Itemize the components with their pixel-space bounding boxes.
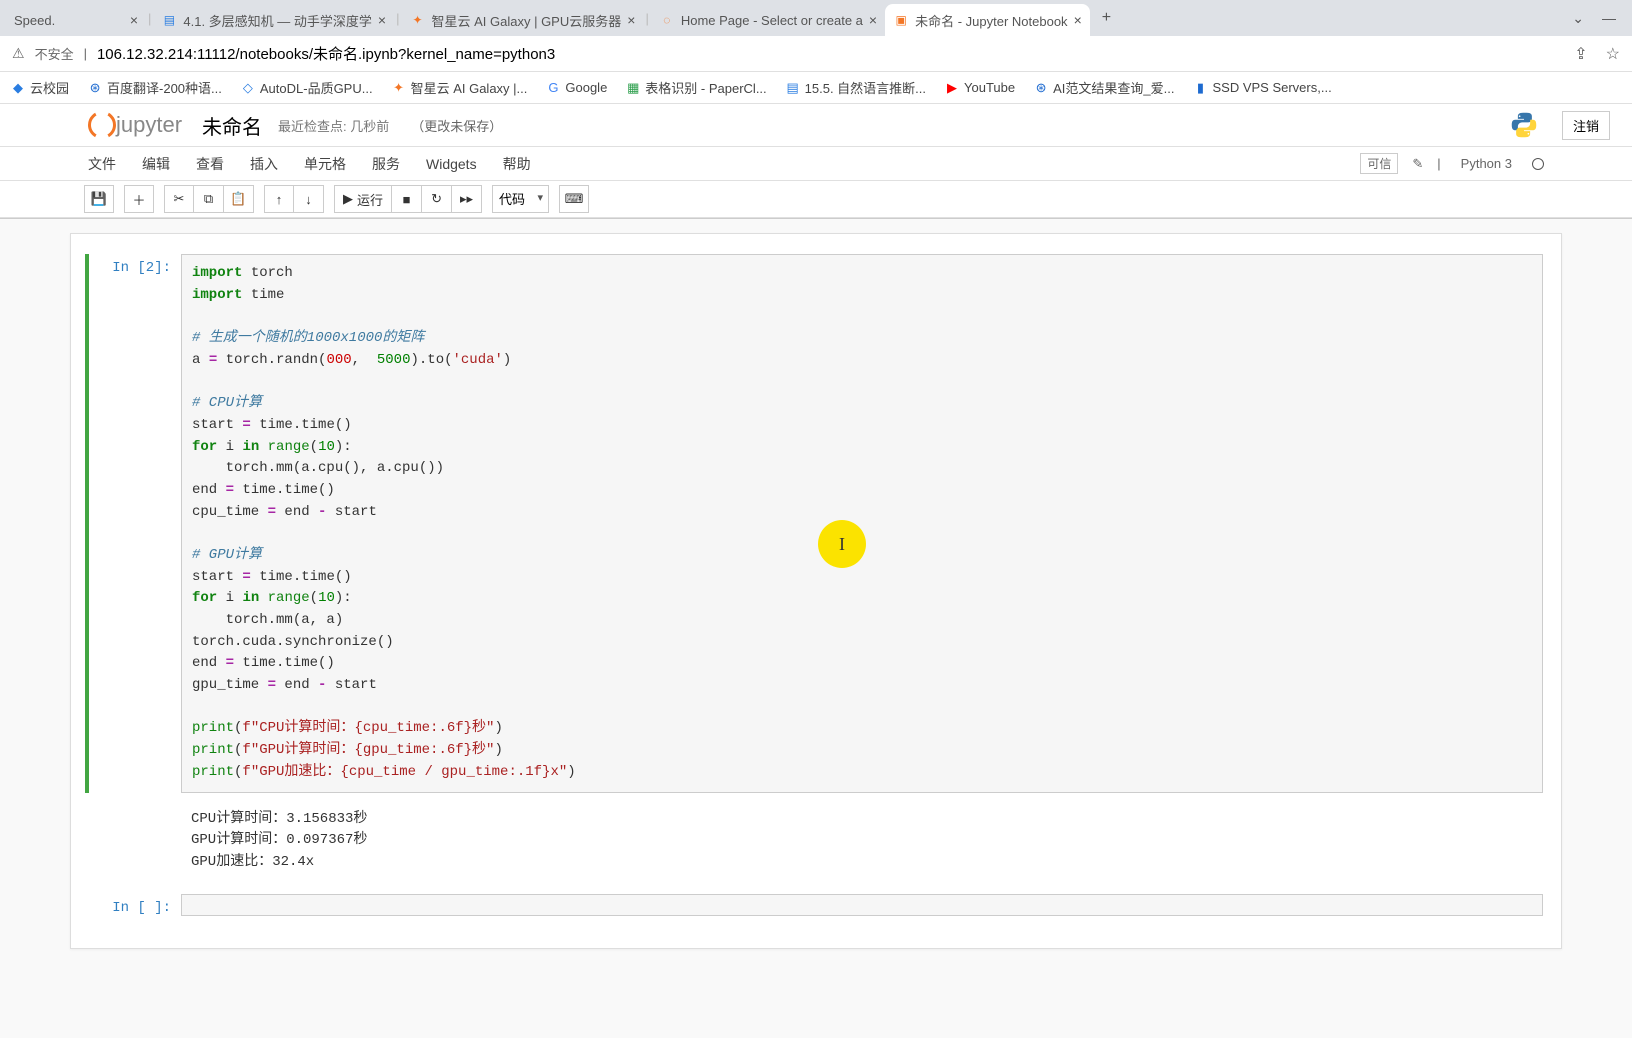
menu-edit[interactable]: 编辑 [142,154,170,174]
notebook-container: In [2]: import torch import time # 生成一个随… [0,218,1632,1038]
code-input[interactable] [181,894,1543,916]
book-icon: ▤ [161,12,177,28]
google-icon: G [545,80,561,96]
save-button[interactable]: 💾 [84,185,114,213]
tab-aigalaxy[interactable]: ✦ 智星云 AI Galaxy | GPU云服务器 × [402,4,644,36]
minimize-icon[interactable]: — [1602,10,1616,26]
bookmark-item[interactable]: ▶YouTube [944,80,1015,96]
kernel-name[interactable]: Python 3 [1461,156,1512,171]
tab-d2l[interactable]: ▤ 4.1. 多层感知机 — 动手学深度学 × [153,4,394,36]
code-cell[interactable]: In [2]: import torch import time # 生成一个随… [85,254,1543,793]
menu-insert[interactable]: 插入 [250,154,278,174]
stop-button[interactable]: ■ [392,185,422,213]
move-down-button[interactable]: ↓ [294,185,324,213]
cell-prompt: In [2]: [89,254,181,793]
menu-cell[interactable]: 单元格 [304,154,346,174]
close-icon[interactable]: × [869,12,877,28]
code-input[interactable]: import torch import time # 生成一个随机的1000x1… [181,254,1543,793]
close-icon[interactable]: × [1074,12,1082,28]
jupyter-toolbar: 💾 ＋ ✂ ⧉ 📋 ↑ ↓ ▶运行 ■ ↻ ▸▸ 代码 ⌨ [0,180,1632,218]
cell-output: CPU计算时间：3.156833秒 GPU计算时间：0.097367秒 GPU加… [89,805,1543,878]
play-icon: ▶ [343,191,353,207]
notebook-icon: ▣ [893,12,909,28]
url-text[interactable]: 106.12.32.214:11112/notebooks/未命名.ipynb?… [97,43,555,64]
book-icon: ▤ [785,80,801,96]
copy-button[interactable]: ⧉ [194,185,224,213]
bookmark-item[interactable]: ◆云校园 [10,78,69,97]
youtube-icon: ▶ [944,80,960,96]
menu-view[interactable]: 查看 [196,154,224,174]
python-logo-icon [1510,111,1538,139]
address-bar: ⚠ 不安全 | 106.12.32.214:11112/notebooks/未命… [0,36,1632,72]
jupyter-icon: ◌ [659,12,675,28]
security-label: 不安全 [35,44,74,63]
notebook-title[interactable]: 未命名 [202,111,262,140]
notebook-inner: In [2]: import torch import time # 生成一个随… [70,233,1562,949]
globe-icon: ◇ [240,80,256,96]
bookmark-item[interactable]: ◇AutoDL-品质GPU... [240,78,373,97]
cell-prompt: In [ ]: [89,894,181,916]
restart-button[interactable]: ↻ [422,185,452,213]
browser-tab-strip: Speed. × | ▤ 4.1. 多层感知机 — 动手学深度学 × | ✦ 智… [0,0,1632,36]
output-text: CPU计算时间：3.156833秒 GPU计算时间：0.097367秒 GPU加… [181,805,1543,878]
new-tab-button[interactable]: + [1090,9,1123,27]
unsaved-label: （更改未保存） [411,116,502,135]
jupyter-logo-icon[interactable] [88,111,116,139]
paste-button[interactable]: 📋 [224,185,254,213]
logout-button[interactable]: 注销 [1562,111,1610,140]
table-icon: ▦ [625,80,641,96]
globe-icon: ⊛ [1033,80,1049,96]
add-cell-button[interactable]: ＋ [124,185,154,213]
jupyter-menu-bar: 文件 编辑 查看 插入 单元格 服务 Widgets 帮助 可信 ✎ | Pyt… [0,146,1632,180]
restart-run-all-button[interactable]: ▸▸ [452,185,482,213]
command-palette-button[interactable]: ⌨ [559,185,589,213]
kernel-indicator-icon[interactable] [1532,158,1544,170]
server-icon: ▮ [1192,80,1208,96]
tab-speed[interactable]: Speed. × [6,4,146,36]
bookmark-item[interactable]: ▤15.5. 自然语言推断... [785,78,926,97]
cut-button[interactable]: ✂ [164,185,194,213]
insecure-icon[interactable]: ⚠ [12,45,25,62]
bookmark-item[interactable]: ▦表格识别 - PaperCl... [625,78,766,97]
trusted-indicator[interactable]: 可信 [1360,153,1398,174]
close-icon[interactable]: × [378,12,386,28]
share-icon[interactable]: ⇪ [1574,44,1587,64]
jupyter-brand: jupyter [116,112,182,138]
bookmark-star-icon[interactable]: ☆ [1606,44,1620,64]
menu-widgets[interactable]: Widgets [426,156,477,172]
star-icon: ✦ [391,80,407,96]
bookmark-item[interactable]: ⊛AI范文结果查询_爱... [1033,78,1174,97]
jupyter-header: jupyter 未命名 最近检查点: 几秒前 （更改未保存） 注销 [0,104,1632,146]
star-icon: ✦ [410,12,426,28]
close-icon[interactable]: × [130,12,138,28]
checkpoint-label: 最近检查点: 几秒前 [278,116,389,135]
close-icon[interactable]: × [627,12,635,28]
tabs-dropdown-icon[interactable]: ⌄ [1572,10,1584,27]
text-cursor-highlight: I [818,520,866,568]
globe-icon: ◆ [10,80,26,96]
edit-icon[interactable]: ✎ [1412,156,1423,172]
bookmark-item[interactable]: GGoogle [545,80,607,96]
cell-type-select[interactable]: 代码 [492,185,549,213]
globe-icon: ⊛ [87,80,103,96]
code-cell-empty[interactable]: In [ ]: [89,894,1543,916]
bookmarks-bar: ◆云校园 ⊛百度翻译-200种语... ◇AutoDL-品质GPU... ✦智星… [0,72,1632,104]
menu-file[interactable]: 文件 [88,154,116,174]
menu-kernel[interactable]: 服务 [372,154,400,174]
menu-help[interactable]: 帮助 [503,154,531,174]
tab-jupyter-home[interactable]: ◌ Home Page - Select or create a × [651,4,885,36]
bookmark-item[interactable]: ▮SSD VPS Servers,... [1192,80,1331,96]
tab-notebook-active[interactable]: ▣ 未命名 - Jupyter Notebook × [885,4,1090,36]
run-button[interactable]: ▶运行 [334,185,392,213]
move-up-button[interactable]: ↑ [264,185,294,213]
bookmark-item[interactable]: ⊛百度翻译-200种语... [87,78,222,97]
bookmark-item[interactable]: ✦智星云 AI Galaxy |... [391,78,528,97]
